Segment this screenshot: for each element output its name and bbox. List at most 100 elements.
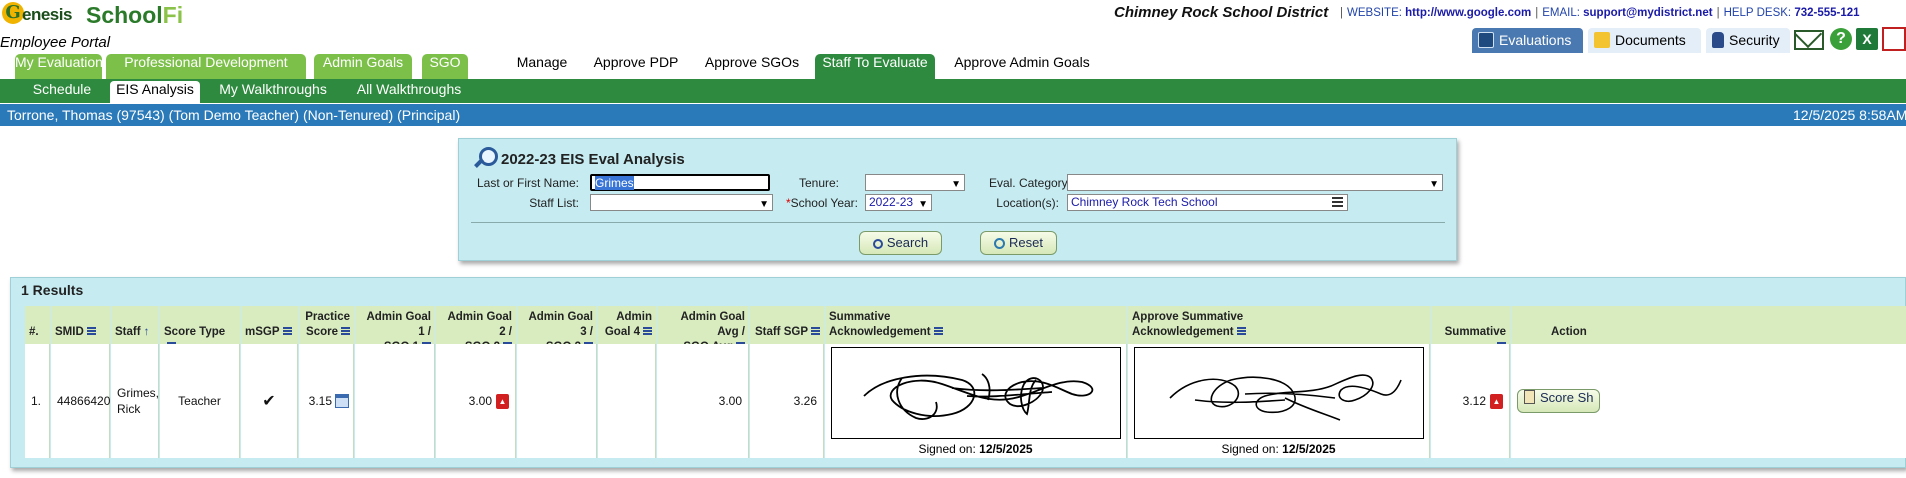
col-staff-sgp[interactable]: Staff SGP bbox=[750, 306, 824, 344]
summative-signed-on: Signed on: 12/5/2025 bbox=[825, 442, 1126, 456]
signature-drawing bbox=[1169, 374, 1402, 421]
documents-button[interactable]: Documents bbox=[1588, 28, 1701, 53]
location-select[interactable]: Chimney Rock Tech School bbox=[1067, 194, 1348, 211]
score-sheet-button-label: Score Sh bbox=[1540, 390, 1594, 405]
col-score-type[interactable]: Score Type bbox=[160, 306, 240, 350]
helpdesk-label: HELP DESK: bbox=[1723, 7, 1792, 19]
pdf-icon[interactable]: ▲ bbox=[1490, 393, 1503, 409]
security-button[interactable]: Security bbox=[1706, 28, 1790, 53]
tenure-label: Tenure: bbox=[798, 176, 839, 190]
signed-on-label: Signed on: bbox=[918, 442, 976, 456]
logo-fi-text: Fi bbox=[162, 2, 184, 28]
evaluations-button[interactable]: Evaluations bbox=[1472, 28, 1583, 53]
reset-button[interactable]: Reset bbox=[980, 231, 1057, 255]
col-summative-ack[interactable]: Summative Acknowledgement bbox=[825, 306, 1127, 344]
tab-professional-development[interactable]: Professional Development bbox=[106, 54, 306, 79]
col-sum-ack-label-2: Acknowledgement bbox=[829, 326, 931, 338]
search-button[interactable]: Search bbox=[859, 231, 942, 255]
col-practice-score[interactable]: Practice Score bbox=[299, 306, 354, 344]
col-approve-summative-ack[interactable]: Approve Summative Acknowledgement bbox=[1128, 306, 1430, 344]
col-ag2-label-1: Admin Goal 2 / bbox=[447, 311, 512, 338]
tab-sgo[interactable]: SGO bbox=[422, 54, 468, 79]
results-panel: 1 Results #. SMID Staff ↑ Score Type mSGP… bbox=[10, 277, 1906, 468]
school-year-value: 2022-23 bbox=[869, 195, 914, 209]
col-smid[interactable]: SMID bbox=[51, 306, 110, 344]
school-year-label-text: School Year: bbox=[790, 196, 858, 210]
help-icon[interactable]: ? bbox=[1830, 28, 1852, 50]
tab-approve-admin-goals[interactable]: Approve Admin Goals bbox=[950, 54, 1094, 79]
col-admin-goal-1[interactable]: Admin Goal 1 /SGO 1 bbox=[355, 306, 435, 353]
excel-icon[interactable]: X bbox=[1856, 28, 1878, 50]
column-menu-icon[interactable] bbox=[643, 327, 652, 335]
cell-smid: 44866420 bbox=[51, 344, 110, 458]
name-input[interactable]: Grimes bbox=[590, 174, 770, 191]
practice-score-value: 3.15 bbox=[308, 394, 332, 408]
col-admin-goal-3[interactable]: Admin Goal 3 /SGO 3 bbox=[517, 306, 597, 353]
menu-icon bbox=[1332, 197, 1343, 207]
refresh-icon bbox=[994, 238, 1006, 249]
tab-my-evaluations[interactable]: My Evaluations bbox=[15, 54, 110, 79]
calendar-icon[interactable] bbox=[335, 394, 349, 408]
tab-manage[interactable]: Manage bbox=[508, 54, 576, 79]
col-staff[interactable]: Staff ↑ bbox=[111, 306, 159, 344]
col-practice-label-1: Practice bbox=[305, 311, 350, 323]
documents-label: Documents bbox=[1615, 32, 1686, 48]
email-label: EMAIL: bbox=[1542, 7, 1580, 19]
cell-summative-ack: Signed on: 12/5/2025 bbox=[825, 344, 1127, 458]
cell-score-type: Teacher bbox=[160, 344, 240, 458]
school-year-select[interactable]: 2022-23 ▼ bbox=[865, 194, 932, 211]
subtab-schedule[interactable]: Schedule bbox=[26, 81, 98, 103]
tenure-select[interactable]: ▼ bbox=[865, 174, 965, 191]
column-menu-icon[interactable] bbox=[341, 327, 350, 335]
subtab-eis-analysis[interactable]: EIS Analysis bbox=[110, 81, 200, 103]
column-menu-icon[interactable] bbox=[86, 327, 96, 335]
column-menu-icon[interactable] bbox=[933, 327, 943, 335]
tab-approve-sgos[interactable]: Approve SGOs bbox=[700, 54, 804, 79]
envelope-icon[interactable] bbox=[1794, 30, 1824, 50]
exit-icon[interactable] bbox=[1882, 27, 1906, 51]
col-msgp[interactable]: mSGP bbox=[241, 306, 298, 344]
col-practice-label-2: Score bbox=[306, 326, 338, 338]
logo-genesis-text: enesis bbox=[22, 5, 72, 24]
subtab-my-walkthroughs[interactable]: My Walkthroughs bbox=[212, 81, 334, 103]
module-tabs: My Evaluations Professional Development … bbox=[0, 54, 1906, 79]
tab-staff-to-evaluate[interactable]: Staff To Evaluate bbox=[815, 54, 935, 79]
col-appr-ack-label-1: Approve Summative bbox=[1132, 311, 1244, 323]
col-ag3-label-1: Admin Goal 3 / bbox=[528, 311, 593, 338]
pdf-icon[interactable]: ▲ bbox=[496, 393, 509, 409]
subtab-all-walkthroughs[interactable]: All Walkthroughs bbox=[348, 81, 470, 103]
col-staff-label: Staff bbox=[115, 326, 141, 338]
approve-signed-on: Signed on: 12/5/2025 bbox=[1128, 442, 1429, 456]
folder-icon bbox=[1594, 32, 1610, 48]
col-admin-goal-2[interactable]: Admin Goal 2 /SGO 2 bbox=[436, 306, 516, 353]
results-table: #. SMID Staff ↑ Score Type mSGP Practice S… bbox=[25, 306, 1906, 461]
name-label: Last or First Name: bbox=[476, 176, 579, 190]
clipboard-icon bbox=[1524, 390, 1535, 404]
tab-approve-pdp[interactable]: Approve PDP bbox=[588, 54, 684, 79]
search-panel-title: 2022-23 EIS Eval Analysis bbox=[473, 147, 685, 169]
cell-staff[interactable]: Grimes, Rick bbox=[111, 344, 159, 458]
reset-button-label: Reset bbox=[1009, 235, 1043, 250]
current-user: Torrone, Thomas (97543) (Tom Demo Teache… bbox=[7, 107, 461, 123]
current-datetime: 12/5/2025 8:58AM bbox=[1793, 107, 1906, 123]
col-msgp-label: mSGP bbox=[245, 326, 280, 338]
email-link[interactable]: support@mydistrict.net bbox=[1583, 7, 1712, 19]
col-ag1-label-1: Admin Goal 1 / bbox=[366, 311, 431, 338]
column-menu-icon[interactable] bbox=[282, 327, 292, 335]
helpdesk-phone: 732-555-121 bbox=[1794, 7, 1860, 19]
eval-category-select[interactable]: ▼ bbox=[1067, 174, 1443, 191]
user-info-bar: Torrone, Thomas (97543) (Tom Demo Teache… bbox=[0, 104, 1906, 126]
col-summative[interactable]: Summative bbox=[1431, 306, 1510, 350]
signature-drawing bbox=[863, 373, 1094, 420]
tab-admin-goals[interactable]: Admin Goals bbox=[314, 54, 412, 79]
col-score-type-label: Score Type bbox=[164, 326, 226, 338]
column-menu-icon[interactable] bbox=[811, 327, 820, 335]
website-link[interactable]: http://www.google.com bbox=[1405, 7, 1531, 19]
column-menu-icon[interactable] bbox=[1236, 327, 1246, 335]
contact-info: | WEBSITE: http://www.google.com | EMAIL: s… bbox=[1340, 7, 1860, 19]
col-admin-goal-4[interactable]: Admin Goal 4 bbox=[598, 306, 656, 344]
sort-up-arrow-icon[interactable]: ↑ bbox=[144, 326, 150, 338]
staff-list-select[interactable]: ▼ bbox=[590, 194, 773, 211]
score-sheet-button[interactable]: Score Sh bbox=[1517, 389, 1601, 413]
col-admin-goal-avg[interactable]: Admin Goal Avg /SGO Avg bbox=[657, 306, 749, 353]
